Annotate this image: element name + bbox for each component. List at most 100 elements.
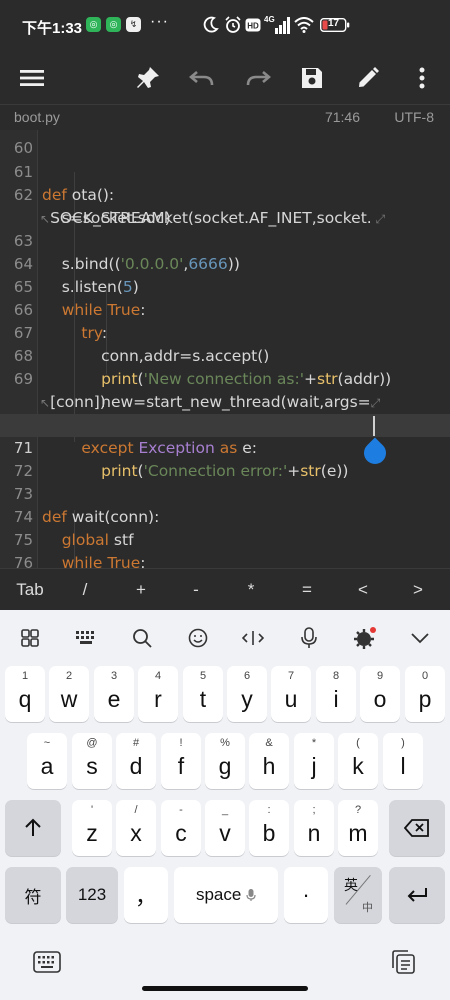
key-h[interactable]: & h <box>249 733 289 789</box>
key-hint: * <box>311 737 317 749</box>
enter-key[interactable] <box>389 867 445 923</box>
key-f[interactable]: ! f <box>161 733 201 789</box>
comma-key[interactable]: ， <box>124 867 168 923</box>
symbol-key-slash[interactable]: / <box>60 569 110 611</box>
key-m[interactable]: ? m <box>338 800 378 856</box>
symbol-key-minus[interactable]: - <box>171 569 221 611</box>
key-j[interactable]: * j <box>294 733 334 789</box>
code-editor[interactable]: 60 61 def ota(): 62 s=socket.socket(sock… <box>0 130 450 568</box>
redo-button[interactable] <box>236 52 280 104</box>
kb-layout-button[interactable] <box>10 618 50 658</box>
key-u[interactable]: 7u <box>271 666 311 722</box>
kb-keyboard-style-button[interactable] <box>66 618 106 658</box>
status-time: 下午1:33 <box>22 20 83 37</box>
symbol-key-less[interactable]: < <box>338 569 388 611</box>
key-z[interactable]: ' z <box>72 800 112 856</box>
backspace-key[interactable] <box>389 800 445 856</box>
key-p[interactable]: 0p <box>405 666 445 722</box>
backspace-icon <box>389 800 445 856</box>
search-icon <box>133 629 152 648</box>
microphone-icon <box>301 627 317 648</box>
pencil-icon <box>359 67 379 87</box>
key-e[interactable]: 3e <box>94 666 134 722</box>
network-type-label: 4G <box>264 15 275 24</box>
key-label: c <box>175 820 187 846</box>
key-i[interactable]: 8i <box>316 666 356 722</box>
more-options-button[interactable] <box>400 52 444 104</box>
key-x[interactable]: / x <box>116 800 156 856</box>
symbol-key-greater[interactable]: > <box>393 569 443 611</box>
clipboard-button[interactable] <box>386 946 420 978</box>
key-b[interactable]: :b <box>249 800 289 856</box>
key-l[interactable]: ) l <box>383 733 423 789</box>
shift-key[interactable] <box>5 800 61 856</box>
key-o[interactable]: 9o <box>360 666 400 722</box>
key-g[interactable]: % g <box>205 733 245 789</box>
menu-button[interactable] <box>10 52 54 104</box>
space-key[interactable]: space <box>174 867 278 923</box>
symbol-key-plus[interactable]: + <box>116 569 166 611</box>
key-label: p <box>418 686 432 712</box>
key-k[interactable]: (k <box>338 733 378 789</box>
dnd-moon-icon <box>203 16 219 39</box>
symbols-key[interactable]: 符 <box>5 867 61 923</box>
wechat-notification-icon-2: ◎ <box>106 17 121 32</box>
period-key[interactable]: · <box>284 867 328 923</box>
key-hint: - <box>179 804 183 816</box>
hide-keyboard-button[interactable] <box>30 948 64 976</box>
kb-skin-button[interactable] <box>345 618 385 658</box>
key-hint: ' <box>90 804 94 816</box>
key-hint: 9 <box>376 670 384 682</box>
key-label: f <box>177 753 185 779</box>
key-c[interactable]: -c <box>161 800 201 856</box>
key-n[interactable]: ; n <box>294 800 334 856</box>
kb-emoji-button[interactable] <box>178 618 218 658</box>
file-name[interactable]: boot.py <box>14 109 60 125</box>
numbers-key[interactable]: 123 <box>66 867 118 923</box>
key-label: a <box>40 753 54 779</box>
key-w[interactable]: 2w <box>49 666 89 722</box>
signal-icon: 4G <box>264 14 290 41</box>
key-v[interactable]: _ v <box>205 800 245 856</box>
text-cursor-icon <box>242 631 264 645</box>
key-q[interactable]: 1q <box>5 666 45 722</box>
key-y[interactable]: 6y <box>227 666 267 722</box>
key-hint: ! <box>179 737 183 749</box>
key-hint: 6 <box>243 670 251 682</box>
symbol-key-tab[interactable]: Tab <box>5 569 55 611</box>
key-s[interactable]: @ s <box>72 733 112 789</box>
pin-button[interactable] <box>126 52 170 104</box>
symbol-key-star[interactable]: * <box>226 569 276 611</box>
edit-button[interactable] <box>346 52 390 104</box>
text-caret <box>373 416 375 436</box>
key-t[interactable]: 5t <box>183 666 223 722</box>
language-switch-key[interactable]: 英 中 <box>334 867 393 924</box>
code-line: 72 <box>0 437 450 480</box>
key-label: r <box>154 686 162 712</box>
key-hint: 4 <box>154 670 162 682</box>
key-hint: ~ <box>43 737 51 749</box>
save-button[interactable] <box>290 52 334 104</box>
key-label: d <box>129 753 143 779</box>
file-encoding[interactable]: UTF-8 <box>394 109 434 125</box>
key-d[interactable]: # d <box>116 733 156 789</box>
kb-collapse-button[interactable] <box>400 618 440 658</box>
kb-voice-button[interactable] <box>289 618 329 658</box>
home-indicator[interactable] <box>142 986 308 991</box>
key-r[interactable]: 4r <box>138 666 178 722</box>
enter-icon <box>389 867 445 923</box>
key-label: j <box>311 753 317 779</box>
kb-cursor-button[interactable] <box>233 618 273 658</box>
clipboard-icon <box>392 950 415 974</box>
key-hint: ? <box>354 804 362 816</box>
key-label: g <box>218 753 232 779</box>
undo-button[interactable] <box>180 52 224 104</box>
key-label: k <box>352 753 364 779</box>
symbol-key-equals[interactable]: = <box>282 569 332 611</box>
key-label: y <box>241 686 253 712</box>
key-a[interactable]: ~ a <box>27 733 67 789</box>
kb-search-button[interactable] <box>122 618 162 658</box>
code-line: 67 conn,addr=s.accept() <box>0 299 450 365</box>
code-line: 77 request=b'' <box>0 552 450 568</box>
key-label: z <box>86 820 98 846</box>
